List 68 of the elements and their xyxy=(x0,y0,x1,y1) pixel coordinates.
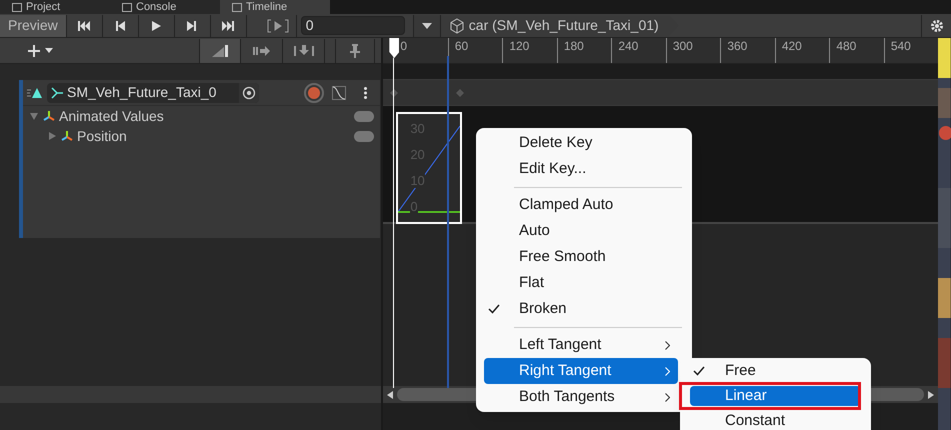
ruler-tick: 300 xyxy=(666,38,720,63)
menu-item[interactable]: Left Tangent xyxy=(484,332,678,358)
window-tab[interactable]: Console xyxy=(110,0,220,14)
bracket-play-icon xyxy=(267,18,290,32)
ruler-tick: 480 xyxy=(829,38,884,63)
menu-item[interactable]: Free Smooth xyxy=(484,244,678,270)
menu-item[interactable]: Free xyxy=(690,361,861,381)
scroll-right-icon[interactable] xyxy=(928,390,934,398)
panel-icon xyxy=(232,2,242,12)
menu-item[interactable]: Auto xyxy=(484,218,678,244)
key-toggle[interactable] xyxy=(354,110,374,122)
chevron-right-icon xyxy=(665,392,670,402)
key-toggle[interactable] xyxy=(354,130,374,142)
arrow-down-icon xyxy=(294,44,314,56)
menu-item[interactable]: Right Tangent xyxy=(484,358,678,384)
menu-item[interactable]: Delete Key xyxy=(484,130,678,156)
ruler-tick: 360 xyxy=(720,38,775,63)
plus-icon xyxy=(27,44,41,58)
ramp-icon xyxy=(212,44,228,56)
panel-icon xyxy=(12,2,22,12)
chevron-right-icon xyxy=(665,366,670,376)
axis-icon xyxy=(43,110,55,122)
panel-icon xyxy=(122,2,132,12)
skip-forward-icon xyxy=(221,18,236,32)
ruler-tick: 420 xyxy=(774,38,830,63)
menu-item[interactable]: Broken xyxy=(484,296,678,322)
curve-toggle-button[interactable] xyxy=(199,38,242,62)
pin-icon xyxy=(350,44,360,58)
curve-icon xyxy=(332,86,346,100)
menu-item[interactable]: Constant xyxy=(690,411,861,430)
animation-track-icon xyxy=(27,86,43,98)
preview-button[interactable]: Preview xyxy=(0,14,67,36)
record-button[interactable] xyxy=(304,82,324,102)
tree-label[interactable]: Animated Values xyxy=(59,106,164,126)
frame-field[interactable]: 0 xyxy=(300,16,405,35)
chevron-right-icon xyxy=(665,340,670,350)
menu-item[interactable]: Clamped Auto xyxy=(484,192,678,218)
checkmark-icon xyxy=(693,366,705,376)
pin-button[interactable] xyxy=(335,38,376,62)
kebab-icon xyxy=(364,86,367,98)
cube-icon xyxy=(448,18,465,34)
ruler-tick: 120 xyxy=(502,38,557,63)
branch-icon xyxy=(51,86,63,98)
object-field[interactable]: SM_Veh_Future_Taxi_0 xyxy=(47,82,259,102)
disclosure-icon[interactable] xyxy=(29,111,39,121)
window-tab[interactable]: Timeline xyxy=(220,0,330,14)
skip-back-icon xyxy=(77,18,92,32)
menu-item[interactable]: Linear xyxy=(690,386,861,406)
scroll-left-icon[interactable] xyxy=(387,390,394,398)
disclosure-icon[interactable] xyxy=(47,131,57,141)
checkmark-icon xyxy=(488,304,500,314)
window-tab[interactable]: Project xyxy=(0,0,110,14)
tree-label[interactable]: Position xyxy=(77,126,127,146)
play-icon xyxy=(149,18,164,32)
caret-icon xyxy=(45,48,53,53)
ruler-tick: 240 xyxy=(611,38,666,63)
dropdown-button[interactable] xyxy=(412,14,441,36)
caret-icon xyxy=(422,22,432,28)
settings-icon xyxy=(930,18,944,32)
menu-item[interactable]: Both Tangents xyxy=(484,384,678,410)
ruler-tick: 180 xyxy=(556,38,612,63)
menu-item[interactable]: Flat xyxy=(484,270,678,296)
step-back-icon xyxy=(113,18,128,32)
arrow-right-icon xyxy=(252,44,271,56)
menu-item[interactable]: Edit Key... xyxy=(484,156,678,182)
axis-icon xyxy=(61,130,73,142)
target-icon xyxy=(239,82,259,102)
keyframe-icon xyxy=(456,88,464,96)
